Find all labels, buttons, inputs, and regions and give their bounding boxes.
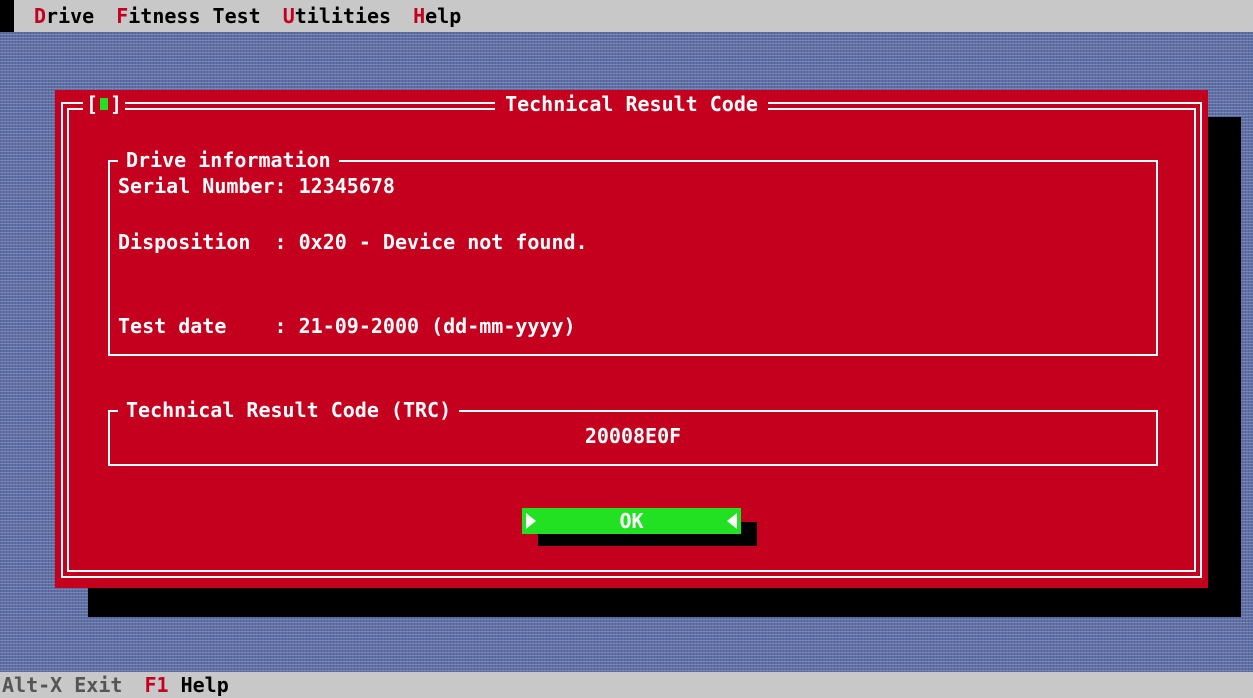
close-icon xyxy=(100,98,108,110)
status-exit[interactable]: Alt-X Exit xyxy=(2,673,122,697)
menu-utilities[interactable]: Utilities xyxy=(283,4,391,28)
test-date: Test date : 21-09-2000 (dd-mm-yyyy) xyxy=(118,314,576,338)
ok-button[interactable]: OK xyxy=(522,508,741,534)
status-help[interactable]: F1 Help xyxy=(144,673,228,697)
menu-help[interactable]: Help xyxy=(413,4,461,28)
serial-number: Serial Number: 12345678 xyxy=(118,174,395,198)
disposition: Disposition : 0x20 - Device not found. xyxy=(118,230,588,254)
menu-bar: Drive Fitness Test Utilities Help xyxy=(0,0,1253,32)
close-button[interactable]: [ ] xyxy=(83,90,125,118)
arrow-left-icon xyxy=(727,513,737,529)
arrow-right-icon xyxy=(526,513,536,529)
status-bar: Alt-X Exit F1 Help xyxy=(0,672,1253,698)
trc-group: Technical Result Code (TRC) 20008E0F xyxy=(108,398,1158,466)
dialog-title: Technical Result Code xyxy=(495,92,768,116)
dialog-title-bar: Technical Result Code xyxy=(55,90,1208,118)
menu-drive[interactable]: Drive xyxy=(34,4,94,28)
trc-dialog: Technical Result Code [ ] Drive informat… xyxy=(55,90,1208,588)
drive-information-label: Drive information xyxy=(118,148,339,172)
drive-information-group: Drive information Serial Number: 1234567… xyxy=(108,148,1158,356)
trc-label: Technical Result Code (TRC) xyxy=(118,398,460,422)
menu-fitness-test[interactable]: Fitness Test xyxy=(116,4,261,28)
trc-value: 20008E0F xyxy=(584,424,682,448)
ok-button-label: OK xyxy=(619,509,644,533)
menu-block-cursor xyxy=(0,0,14,32)
